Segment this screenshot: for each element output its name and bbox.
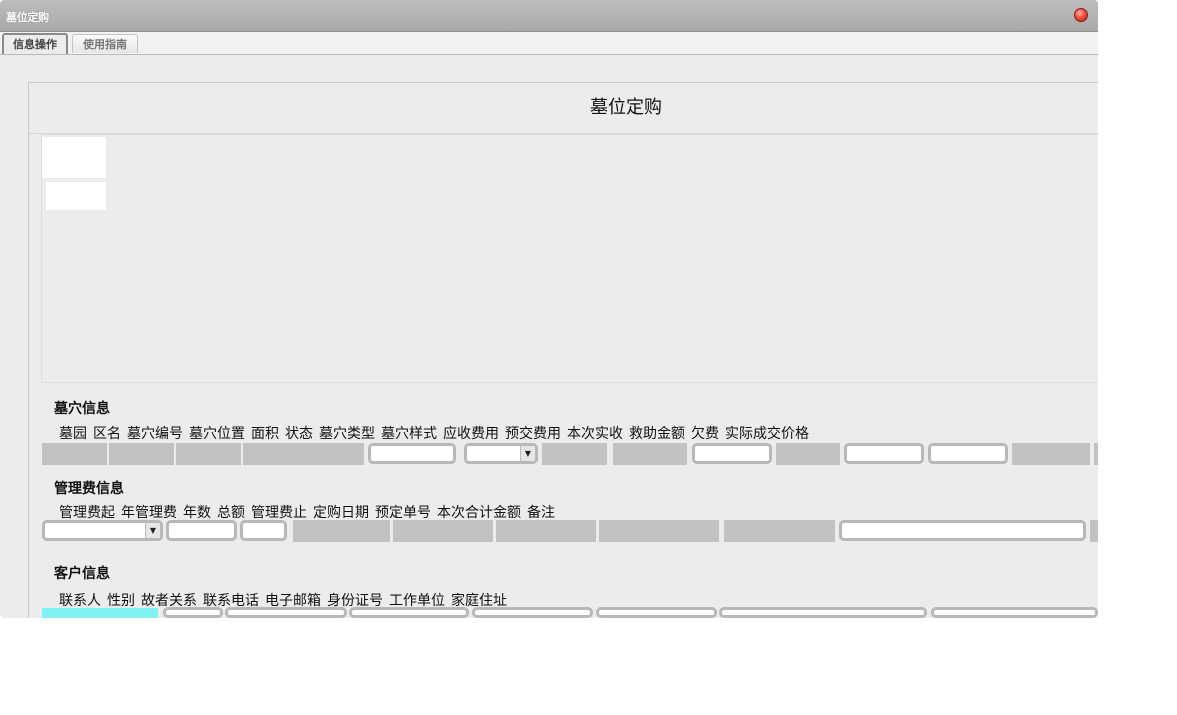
field-relation-select[interactable]: [225, 607, 347, 618]
management-field-labels: 管理费起 年管理费 年数 总额 管理费止 定购日期 预定单号 本次合计金额 备注: [59, 502, 561, 522]
label-grave-number: 墓穴编号: [127, 426, 183, 442]
field-extra: [1090, 520, 1098, 542]
tab-user-guide[interactable]: 使用指南: [72, 34, 138, 53]
grave-photo-area: [41, 134, 1098, 383]
field-fee-end: [393, 520, 493, 542]
label-remarks: 备注: [527, 505, 555, 521]
window-title: 墓位定购: [6, 11, 49, 24]
field-order-number: [599, 520, 719, 542]
field-receivable[interactable]: [692, 443, 772, 464]
tab-info-operation[interactable]: 信息操作: [2, 33, 68, 54]
chevron-down-icon[interactable]: ▼: [520, 446, 535, 461]
field-grave-number: [176, 443, 241, 465]
field-order-date: [496, 520, 596, 542]
label-area-name: 区名: [93, 426, 121, 442]
label-fee-end: 管理费止: [251, 505, 307, 521]
section-title-customer: 客户信息: [54, 566, 110, 582]
field-phone[interactable]: [349, 607, 469, 618]
label-receivable: 应收费用: [443, 426, 499, 442]
field-grave-type: [542, 443, 607, 465]
field-total-amount: [724, 520, 835, 542]
field-email[interactable]: [472, 607, 593, 618]
field-fee-start-select[interactable]: ▼: [42, 520, 163, 541]
label-total-amount: 本次合计金额: [437, 505, 521, 521]
label-prepaid: 预交费用: [505, 426, 561, 442]
label-fee-start: 管理费起: [59, 505, 115, 521]
field-remarks[interactable]: [839, 520, 1086, 541]
label-total: 总额: [217, 505, 245, 521]
label-grave-type: 墓穴类型: [319, 426, 375, 442]
field-prepaid: [776, 443, 840, 465]
label-gender: 性别: [107, 593, 135, 609]
field-home-address[interactable]: [931, 607, 1098, 618]
field-years[interactable]: [240, 520, 287, 541]
field-annual-fee[interactable]: [166, 520, 237, 541]
field-final-price: [1094, 443, 1098, 465]
label-grave-style: 墓穴样式: [381, 426, 437, 442]
field-area-name: [109, 443, 174, 465]
field-contact[interactable]: [42, 608, 158, 618]
field-grave-location: [243, 443, 364, 465]
dialog-window: 墓位定购 信息操作 使用指南 墓位定购 墓穴信息 墓园 区名 墓穴编号 墓穴位置 面积状…: [0, 0, 1098, 618]
section-title-grave: 墓穴信息: [54, 401, 110, 417]
field-total: [293, 520, 390, 542]
label-years: 年数: [183, 505, 211, 521]
field-status-select[interactable]: ▼: [464, 443, 538, 464]
close-icon[interactable]: [1074, 8, 1088, 22]
grave-field-labels: 墓园 区名 墓穴编号 墓穴位置 面积 状态 墓穴类型 墓穴样式 应收费用 预交费用 本次实收 救助金额…: [59, 423, 815, 443]
section-title-management: 管理费信息: [54, 481, 124, 497]
label-contact: 联系人: [59, 593, 101, 609]
label-order-number: 预定单号: [375, 505, 431, 521]
field-cemetery: [42, 443, 107, 465]
label-received: 本次实收: [567, 426, 623, 442]
photo-thumbnail[interactable]: [42, 137, 106, 178]
photo-thumbnail-secondary[interactable]: [46, 182, 106, 210]
label-cemetery: 墓园: [59, 426, 87, 442]
label-status: 状态: [285, 426, 313, 442]
label-final-price: 实际成交价格: [725, 426, 809, 442]
page-title: 墓位定购: [590, 97, 662, 118]
field-workplace[interactable]: [719, 607, 927, 618]
field-aid-amount[interactable]: [928, 443, 1008, 464]
title-bar[interactable]: 墓位定购: [0, 0, 1098, 32]
field-arrears: [1012, 443, 1090, 465]
label-grave-location: 墓穴位置: [189, 426, 245, 442]
field-id-number[interactable]: [596, 607, 717, 618]
label-size: 面积: [251, 426, 279, 442]
field-received[interactable]: [844, 443, 924, 464]
label-annual-fee: 年管理费: [121, 505, 177, 521]
field-size[interactable]: [368, 443, 456, 464]
label-arrears: 欠费: [691, 426, 719, 442]
tab-strip: 信息操作 使用指南: [0, 32, 1098, 55]
field-gender-select[interactable]: [163, 607, 223, 618]
label-order-date: 定购日期: [313, 505, 369, 521]
field-grave-style: [613, 443, 687, 465]
chevron-down-icon[interactable]: ▼: [145, 523, 160, 538]
label-aid-amount: 救助金额: [629, 426, 685, 442]
